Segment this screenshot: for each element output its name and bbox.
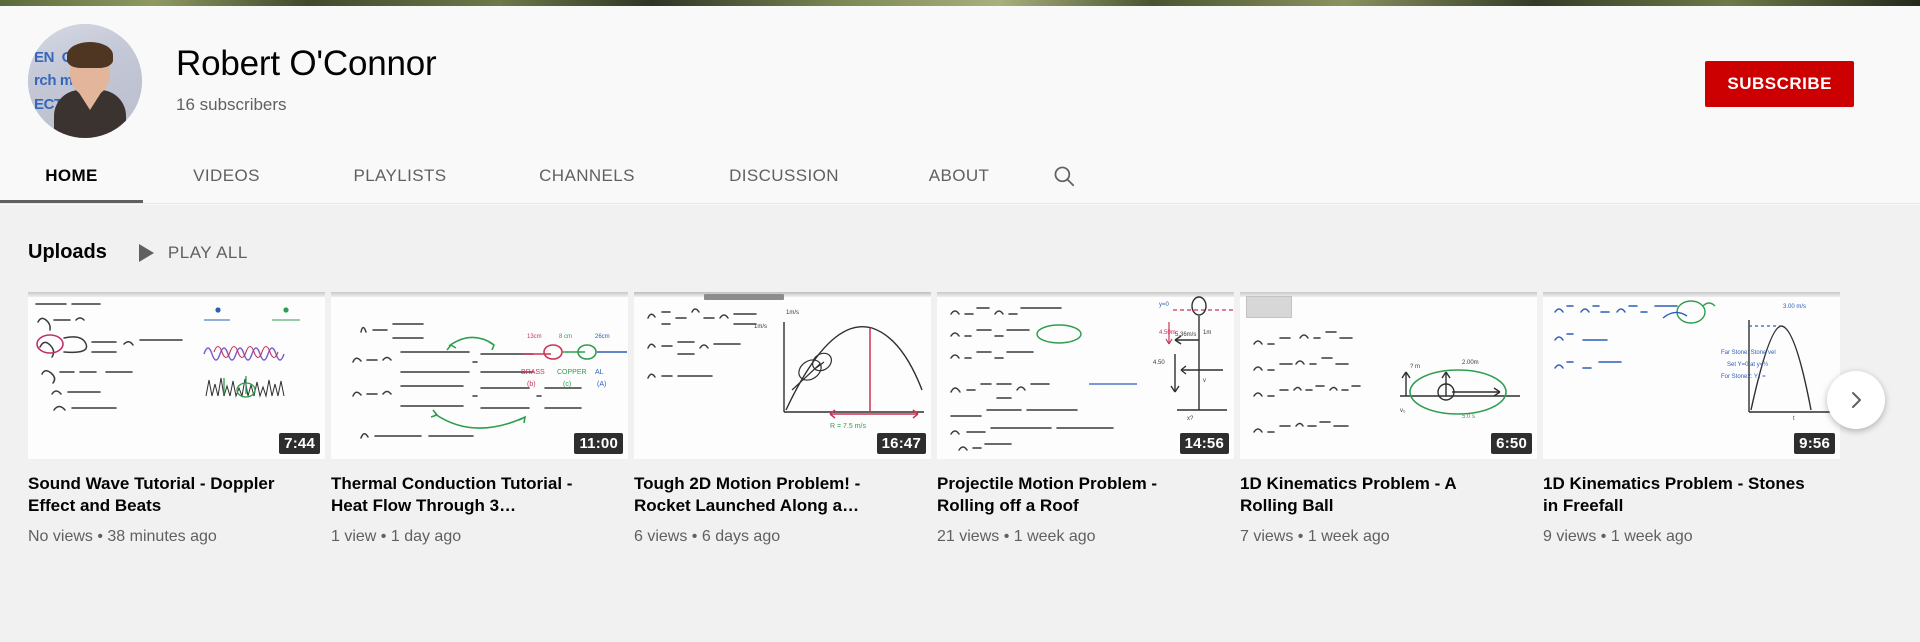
video-title[interactable]: Tough 2D Motion Problem! - Rocket Launch… bbox=[634, 473, 912, 517]
svg-text:Set Y=0 at y=½: Set Y=0 at y=½ bbox=[1727, 361, 1768, 368]
svg-text:BRASS: BRASS bbox=[521, 369, 545, 376]
svg-text:1m/s: 1m/s bbox=[786, 310, 799, 316]
tab-label: VIDEOS bbox=[193, 166, 260, 185]
tab-label: ABOUT bbox=[928, 166, 990, 185]
shelf-title: Uploads bbox=[28, 241, 107, 263]
video-title[interactable]: Sound Wave Tutorial - Doppler Effect and… bbox=[28, 473, 306, 517]
svg-text:5.36m/s: 5.36m/s bbox=[1175, 332, 1196, 338]
tab-label: CHANNELS bbox=[539, 166, 635, 185]
video-title[interactable]: 1D Kinematics Problem - A Rolling Ball bbox=[1240, 473, 1518, 517]
svg-text:8 cm: 8 cm bbox=[559, 334, 572, 340]
video-thumbnail[interactable]: BRASS (b) COPPER (c) AL (A) 13cm 8 cm 26cm bbox=[331, 292, 628, 459]
svg-text:26cm: 26cm bbox=[595, 334, 610, 340]
tab-label: PLAYLISTS bbox=[353, 166, 447, 185]
tab-home[interactable]: HOME bbox=[0, 149, 143, 203]
channel-header: EN OCU rch mov ECT Robert O'Connor 16 su… bbox=[0, 6, 1920, 204]
video-card[interactable]: Far Stone: Stone vel Set Y=0 at y=½ For … bbox=[1543, 292, 1843, 546]
video-meta: 1 view • 1 day ago bbox=[331, 527, 462, 545]
search-icon[interactable] bbox=[1034, 149, 1094, 203]
video-duration: 9:56 bbox=[1794, 433, 1835, 454]
video-title[interactable]: Thermal Conduction Tutorial - Heat Flow … bbox=[331, 473, 609, 517]
video-duration: 14:56 bbox=[1179, 433, 1229, 454]
video-duration: 7:44 bbox=[279, 433, 320, 454]
svg-text:(b): (b) bbox=[527, 381, 536, 388]
video-meta: 21 views • 1 week ago bbox=[937, 527, 1096, 545]
video-title[interactable]: 1D Kinematics Problem - Stones in Freefa… bbox=[1543, 473, 1821, 517]
video-meta: 6 views • 6 days ago bbox=[634, 527, 781, 545]
svg-text:COPPER: COPPER bbox=[557, 369, 587, 376]
svg-text:R = 7.5 m/s: R = 7.5 m/s bbox=[830, 423, 866, 430]
video-card[interactable]: ? m 2.00m v₀ 5.0 s 6:50 1D Kinematics Pr… bbox=[1240, 292, 1540, 546]
video-card[interactable]: BRASS (b) COPPER (c) AL (A) 13cm 8 cm 26cm bbox=[331, 292, 631, 546]
tab-channels[interactable]: CHANNELS bbox=[490, 149, 684, 203]
video-meta: 9 views • 1 week ago bbox=[1543, 527, 1693, 545]
tab-discussion[interactable]: DISCUSSION bbox=[684, 149, 884, 203]
play-triangle-icon bbox=[138, 243, 154, 262]
tab-label: HOME bbox=[45, 166, 98, 185]
tab-videos[interactable]: VIDEOS bbox=[143, 149, 310, 203]
svg-text:2.00m: 2.00m bbox=[1462, 360, 1479, 366]
svg-text:v₀: v₀ bbox=[1400, 408, 1406, 414]
svg-text:AL: AL bbox=[595, 369, 604, 376]
svg-text:y=0: y=0 bbox=[1159, 302, 1170, 308]
video-card[interactable]: R = 7.5 m/s 1m/s 1m/s 16:47 Tough 2D Mot… bbox=[634, 292, 934, 546]
svg-text:v: v bbox=[1203, 378, 1206, 384]
video-duration: 6:50 bbox=[1491, 433, 1532, 454]
shelf-header: Uploads PLAY ALL bbox=[28, 241, 248, 264]
video-card[interactable]: 7:44 Sound Wave Tutorial - Doppler Effec… bbox=[28, 292, 328, 546]
channel-tab-bar: HOME VIDEOS PLAYLISTS CHANNELS DISCUSSIO… bbox=[0, 149, 1920, 203]
tab-label: DISCUSSION bbox=[729, 166, 839, 185]
video-title[interactable]: Projectile Motion Problem - Rolling off … bbox=[937, 473, 1215, 517]
svg-text:t: t bbox=[1793, 416, 1795, 422]
video-card[interactable]: 4.50m y=0 5.36m/s 4.50 1m v x? 14:56 Proje… bbox=[937, 292, 1237, 546]
svg-text:For Stone2: Y₀ =: For Stone2: Y₀ = bbox=[1721, 374, 1766, 380]
chevron-right-icon[interactable] bbox=[1827, 371, 1885, 429]
play-all-label: PLAY ALL bbox=[167, 242, 248, 262]
tab-about[interactable]: ABOUT bbox=[884, 149, 1034, 203]
avatar[interactable]: EN OCU rch mov ECT bbox=[28, 24, 142, 138]
svg-text:5.0 s: 5.0 s bbox=[1462, 414, 1475, 420]
video-meta: No views • 38 minutes ago bbox=[28, 527, 217, 545]
subscribe-button[interactable]: SUBSCRIBE bbox=[1705, 61, 1854, 107]
video-duration: 16:47 bbox=[876, 433, 926, 454]
svg-text:? m: ? m bbox=[1410, 364, 1420, 370]
video-thumbnail[interactable]: Far Stone: Stone vel Set Y=0 at y=½ For … bbox=[1543, 292, 1840, 459]
subscriber-count: 16 subscribers bbox=[176, 95, 287, 114]
svg-text:1m/s: 1m/s bbox=[754, 324, 767, 330]
avatar-photo bbox=[54, 34, 126, 138]
svg-text:x?: x? bbox=[1187, 416, 1194, 422]
svg-text:4.50m: 4.50m bbox=[1159, 330, 1176, 336]
video-meta: 7 views • 1 week ago bbox=[1240, 527, 1390, 545]
page-title: Robert O'Connor bbox=[176, 44, 437, 83]
svg-text:1m: 1m bbox=[1203, 330, 1211, 336]
video-thumbnail[interactable]: 7:44 bbox=[28, 292, 325, 459]
tab-playlists[interactable]: PLAYLISTS bbox=[310, 149, 490, 203]
svg-text:3.00 m/s: 3.00 m/s bbox=[1783, 304, 1806, 310]
svg-text:(A): (A) bbox=[597, 381, 606, 388]
video-grid: 7:44 Sound Wave Tutorial - Doppler Effec… bbox=[28, 292, 1846, 546]
uploads-shelf: Uploads PLAY ALL 7:44 Sound Wave Tutoria… bbox=[0, 205, 1920, 642]
svg-text:(c): (c) bbox=[563, 381, 571, 388]
svg-text:13cm: 13cm bbox=[527, 334, 542, 340]
video-thumbnail[interactable]: ? m 2.00m v₀ 5.0 s 6:50 bbox=[1240, 292, 1537, 459]
play-all-button[interactable]: PLAY ALL bbox=[125, 243, 248, 263]
video-duration: 11:00 bbox=[574, 433, 623, 454]
video-thumbnail[interactable]: 4.50m y=0 5.36m/s 4.50 1m v x? 14:56 bbox=[937, 292, 1234, 459]
svg-text:Far Stone: Stone vel: Far Stone: Stone vel bbox=[1721, 350, 1776, 356]
svg-text:4.50: 4.50 bbox=[1153, 360, 1165, 366]
video-thumbnail[interactable]: R = 7.5 m/s 1m/s 1m/s 16:47 bbox=[634, 292, 931, 459]
